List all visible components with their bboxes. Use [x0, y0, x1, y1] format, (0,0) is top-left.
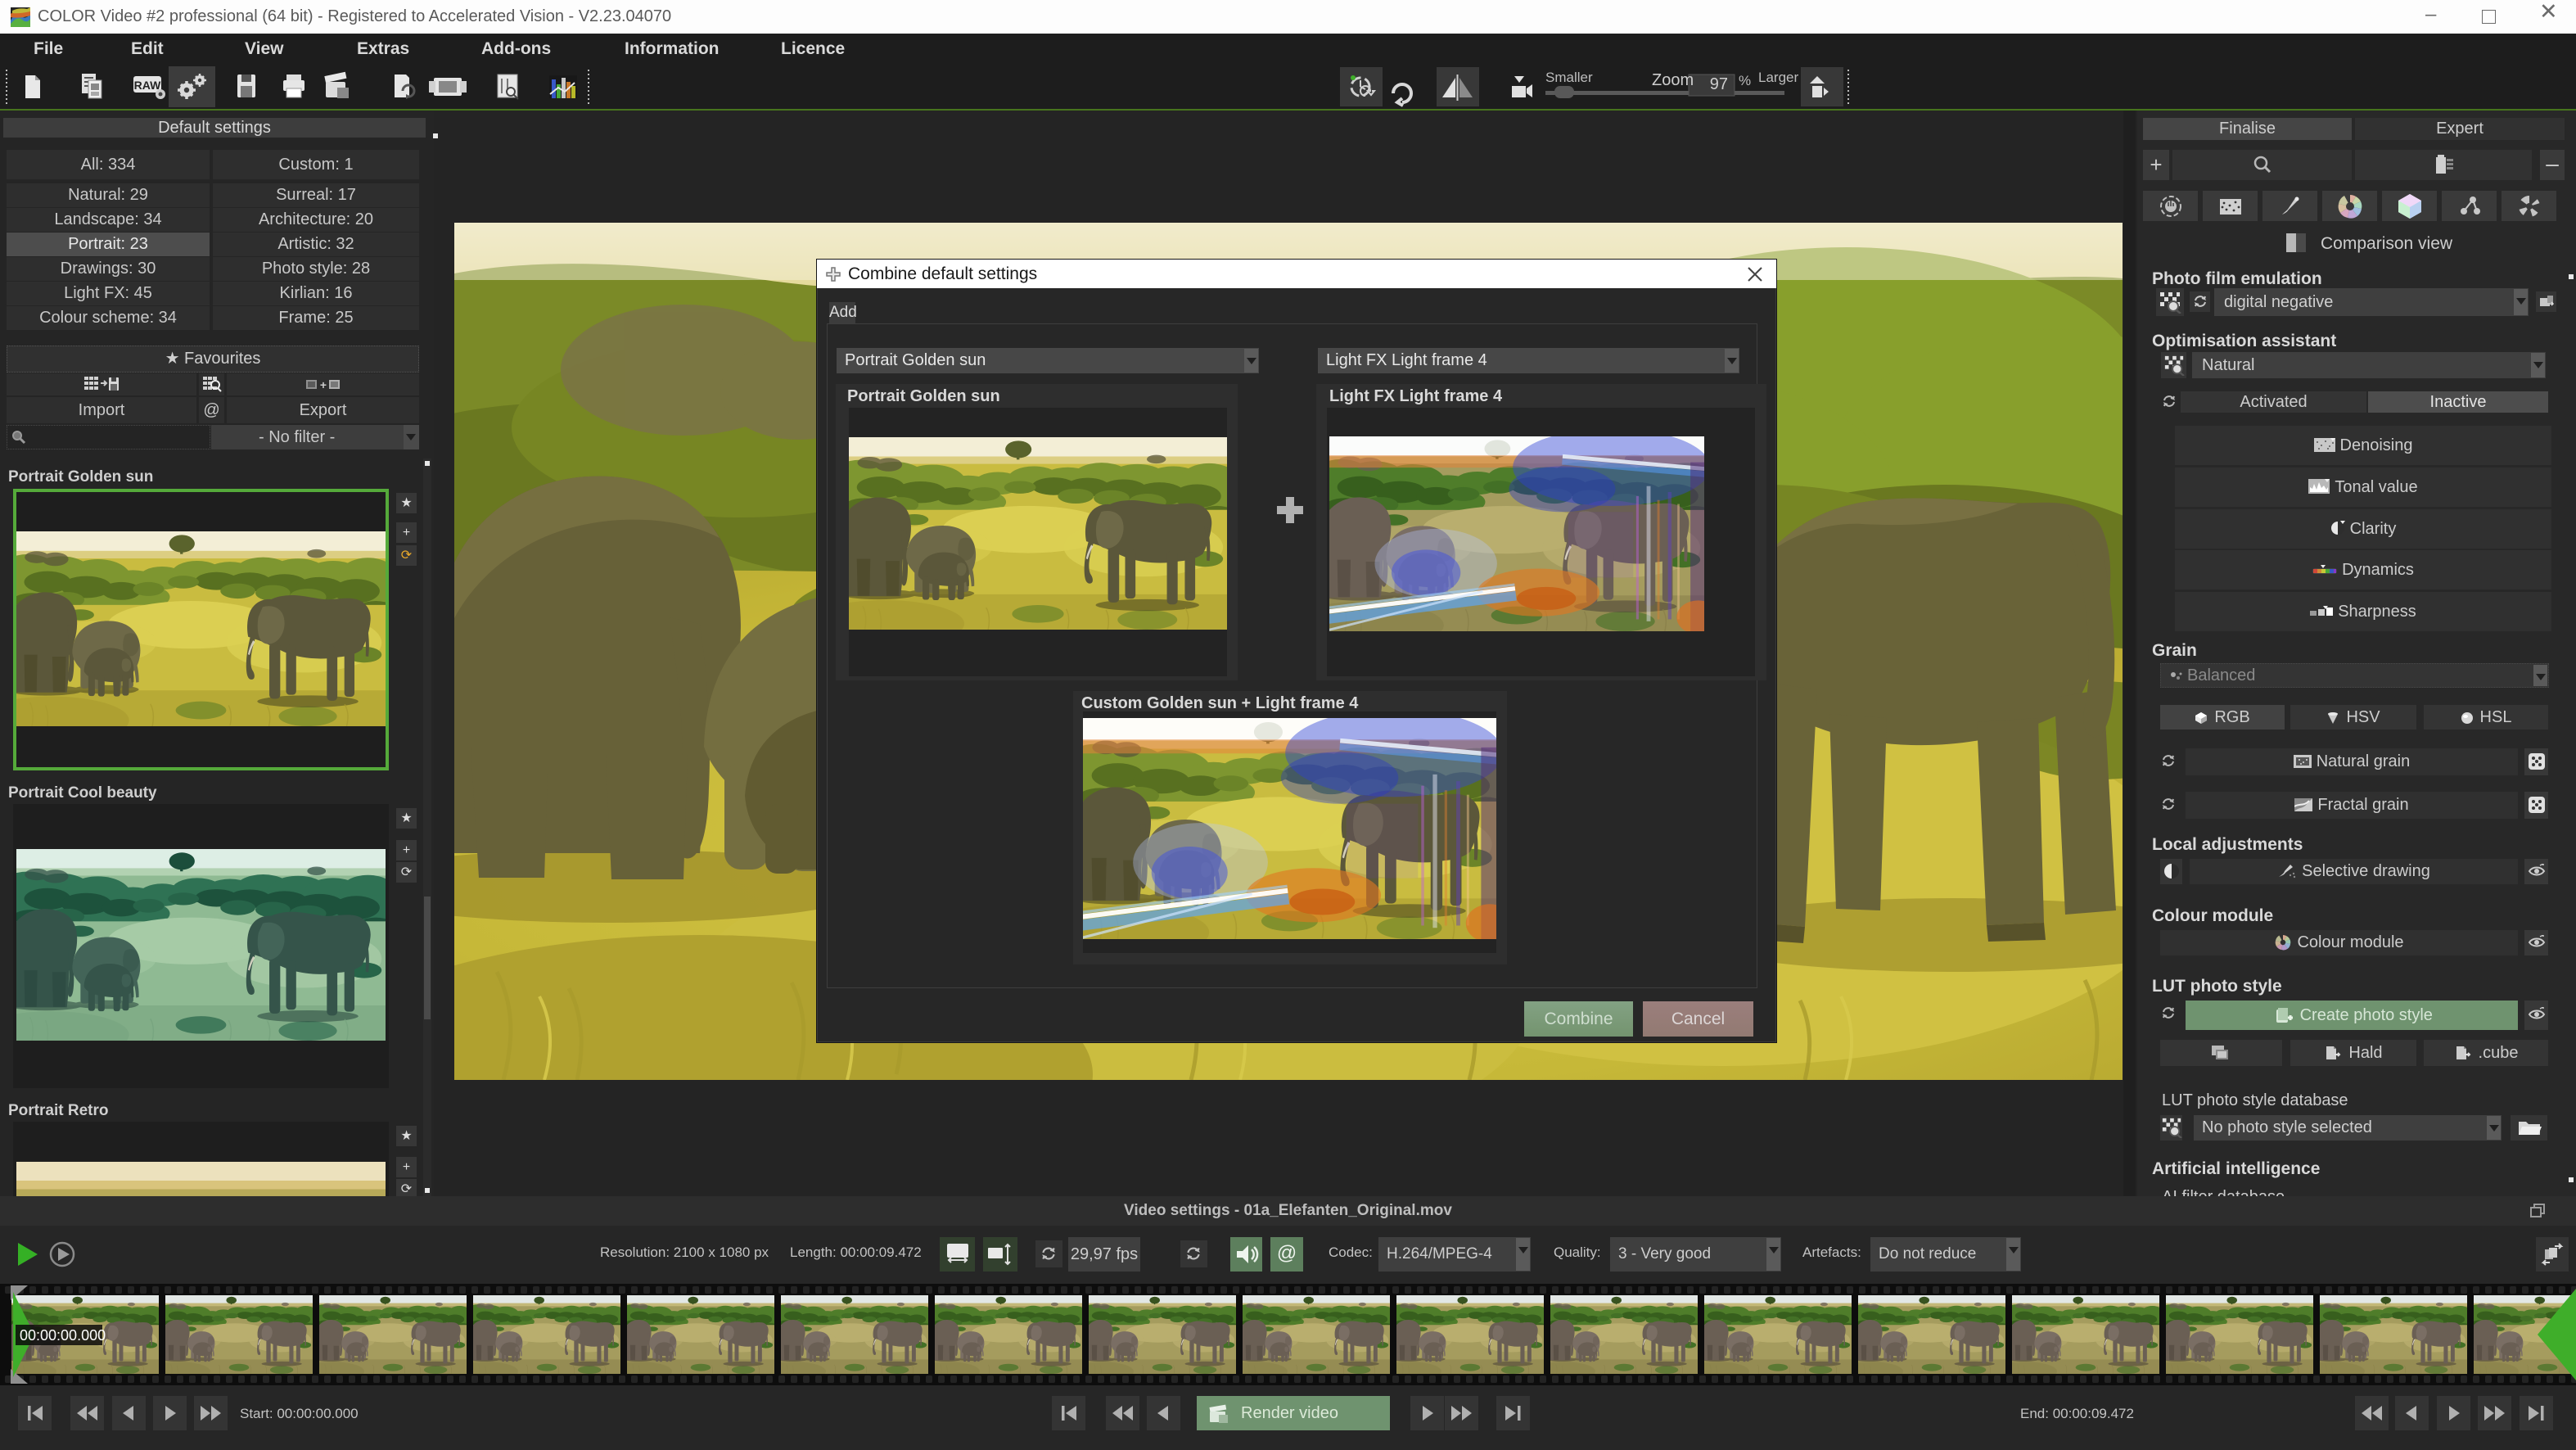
- svg-text:RAW: RAW: [134, 79, 161, 92]
- svg-text:+: +: [319, 378, 326, 391]
- svg-text:00:00:00.000: 00:00:00.000: [20, 1327, 106, 1344]
